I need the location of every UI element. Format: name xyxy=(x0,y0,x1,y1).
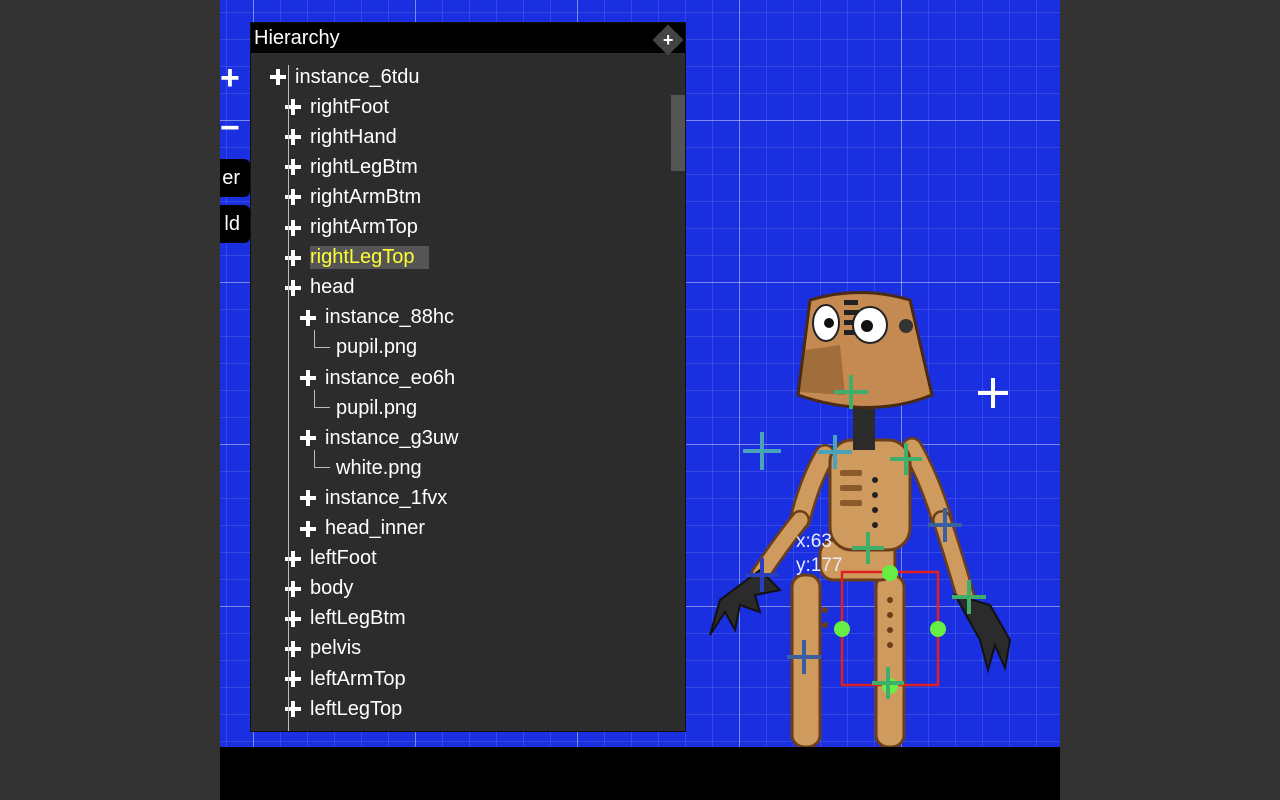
bone-marker-head[interactable] xyxy=(834,375,868,409)
tree-item[interactable]: body xyxy=(284,574,353,604)
tree-guide-line xyxy=(288,65,289,731)
bone-marker-shoulder[interactable] xyxy=(890,443,922,475)
tree-item[interactable]: leftArmTop xyxy=(284,664,406,694)
tree-item[interactable]: pelvis xyxy=(284,634,361,664)
tree-item[interactable]: rightArmTop xyxy=(284,213,418,243)
panel-title: Hierarchy xyxy=(254,26,340,49)
tree-item-label: rightLegBtm xyxy=(310,155,418,178)
bone-marker-leg-right[interactable] xyxy=(872,667,904,699)
minus-icon: − xyxy=(220,108,240,147)
bone-marker-arm-right[interactable] xyxy=(928,508,962,542)
tree-item-label: head xyxy=(310,276,355,299)
plus-icon: + xyxy=(220,58,240,97)
tree-item-label: leftLegTop xyxy=(310,697,403,720)
expand-icon[interactable] xyxy=(269,68,287,86)
tree-item[interactable]: instance_1fvx xyxy=(299,483,447,513)
tree-item-label: pupil.png xyxy=(336,396,418,419)
tree-item[interactable]: head xyxy=(284,273,355,303)
tree-item[interactable]: rightFoot xyxy=(284,92,389,122)
tree-item-label: head_inner xyxy=(325,517,426,539)
tree-item[interactable]: pupil.png xyxy=(314,390,418,423)
expand-icon[interactable] xyxy=(284,128,302,146)
panel-header[interactable]: Hierarchy + xyxy=(251,23,685,56)
zoom-in-button[interactable]: + xyxy=(220,58,250,98)
tree-item[interactable]: leftLegTop xyxy=(284,694,402,724)
bone-marker-pelvis[interactable] xyxy=(852,532,884,564)
tree-item-label: leftLegBtm xyxy=(310,607,406,630)
expand-icon[interactable] xyxy=(284,158,302,176)
bone-marker-hand-right[interactable] xyxy=(952,580,986,614)
tree-item-label: leftArmTop xyxy=(310,667,406,690)
expand-icon[interactable] xyxy=(299,429,317,447)
hierarchy-panel: Hierarchy + instance_6tdu rightFoot rightH… xyxy=(250,22,686,732)
tree-connector xyxy=(314,390,330,409)
expand-icon[interactable] xyxy=(299,369,317,387)
coord-y: y:177 xyxy=(796,555,843,576)
tree-item-label: instance_88hc xyxy=(325,306,454,329)
tree-item-label: rightFoot xyxy=(310,95,389,118)
tree-item-label: instance_1fvx xyxy=(325,486,448,509)
tree-connector xyxy=(314,329,330,348)
bottom-bar xyxy=(220,747,1060,800)
tree-item-label: instance_eo6h xyxy=(325,366,456,389)
expand-icon[interactable] xyxy=(284,670,302,688)
tree-item-label: rightHand xyxy=(310,125,397,148)
tree-item[interactable]: instance_88hc xyxy=(299,303,454,333)
expand-icon[interactable] xyxy=(284,98,302,116)
tree-item-label: instance_g3uw xyxy=(325,426,459,449)
expand-icon[interactable] xyxy=(284,640,302,658)
coord-x: x:63 xyxy=(796,531,832,552)
tree-item-label: rightLegTop xyxy=(310,246,429,270)
expand-icon[interactable] xyxy=(299,309,317,327)
toolbar-button-ld[interactable]: ld xyxy=(220,205,250,243)
tree-item[interactable]: instance_6tdu xyxy=(269,62,420,92)
bone-marker-leg-left[interactable] xyxy=(787,640,821,674)
hierarchy-tree[interactable]: instance_6tdu rightFoot rightHand rightLegB… xyxy=(251,53,669,731)
tree-item[interactable]: instance_g3uw xyxy=(299,423,458,453)
tree-item-label: pelvis xyxy=(310,637,362,660)
expand-icon[interactable] xyxy=(299,489,317,507)
handle-left xyxy=(834,621,850,637)
tree-item-label: rightArmBtm xyxy=(310,185,422,208)
expand-icon[interactable] xyxy=(284,580,302,598)
tree-item[interactable]: instance_eo6h xyxy=(299,363,455,393)
expand-icon[interactable] xyxy=(299,520,317,538)
expand-icon[interactable] xyxy=(284,700,302,718)
origin-marker[interactable] xyxy=(978,378,1008,408)
tree-item[interactable]: rightArmBtm xyxy=(284,182,421,212)
zoom-out-button[interactable]: − xyxy=(220,108,250,148)
expand-icon[interactable] xyxy=(284,249,302,267)
tree-item-label: rightArmTop xyxy=(310,216,418,238)
tree-item-label: white.png xyxy=(336,456,422,479)
expand-icon[interactable] xyxy=(284,188,302,206)
tree-item[interactable]: leftLegBtm xyxy=(284,604,406,634)
bone-marker-neck[interactable] xyxy=(818,435,852,469)
expand-icon[interactable] xyxy=(284,279,302,297)
handle-right xyxy=(930,621,946,637)
tree-connector xyxy=(314,450,330,469)
bone-marker-arm-left[interactable] xyxy=(743,432,781,470)
tree-item-label: pupil.png xyxy=(336,336,418,359)
close-icon: + xyxy=(662,29,674,50)
bone-marker-hand-left[interactable] xyxy=(745,558,779,592)
tree-item[interactable]: head_inner xyxy=(299,514,425,544)
tree-item[interactable]: white.png xyxy=(314,450,422,483)
tree-item[interactable]: rightLegTop xyxy=(284,243,429,273)
tree-item[interactable]: leftFoot xyxy=(284,544,377,574)
close-button[interactable]: + xyxy=(652,24,684,56)
tree-item[interactable]: pupil.png xyxy=(314,329,418,363)
expand-icon[interactable] xyxy=(284,610,302,628)
tree-item-label: body xyxy=(310,577,354,600)
expand-icon[interactable] xyxy=(284,550,302,568)
handle-top xyxy=(882,565,898,581)
toolbar-button-er[interactable]: er xyxy=(220,159,250,197)
tree-item[interactable]: rightHand xyxy=(284,122,397,152)
scrollbar-thumb[interactable] xyxy=(671,95,685,171)
tree-item-label: instance_6tdu xyxy=(295,65,420,88)
tree-item-label: leftFoot xyxy=(310,547,377,570)
coordinate-readout: x:63 y:177 xyxy=(796,530,842,578)
neck xyxy=(853,405,875,450)
tree-item[interactable]: rightLegBtm xyxy=(284,152,418,182)
expand-icon[interactable] xyxy=(284,219,302,237)
